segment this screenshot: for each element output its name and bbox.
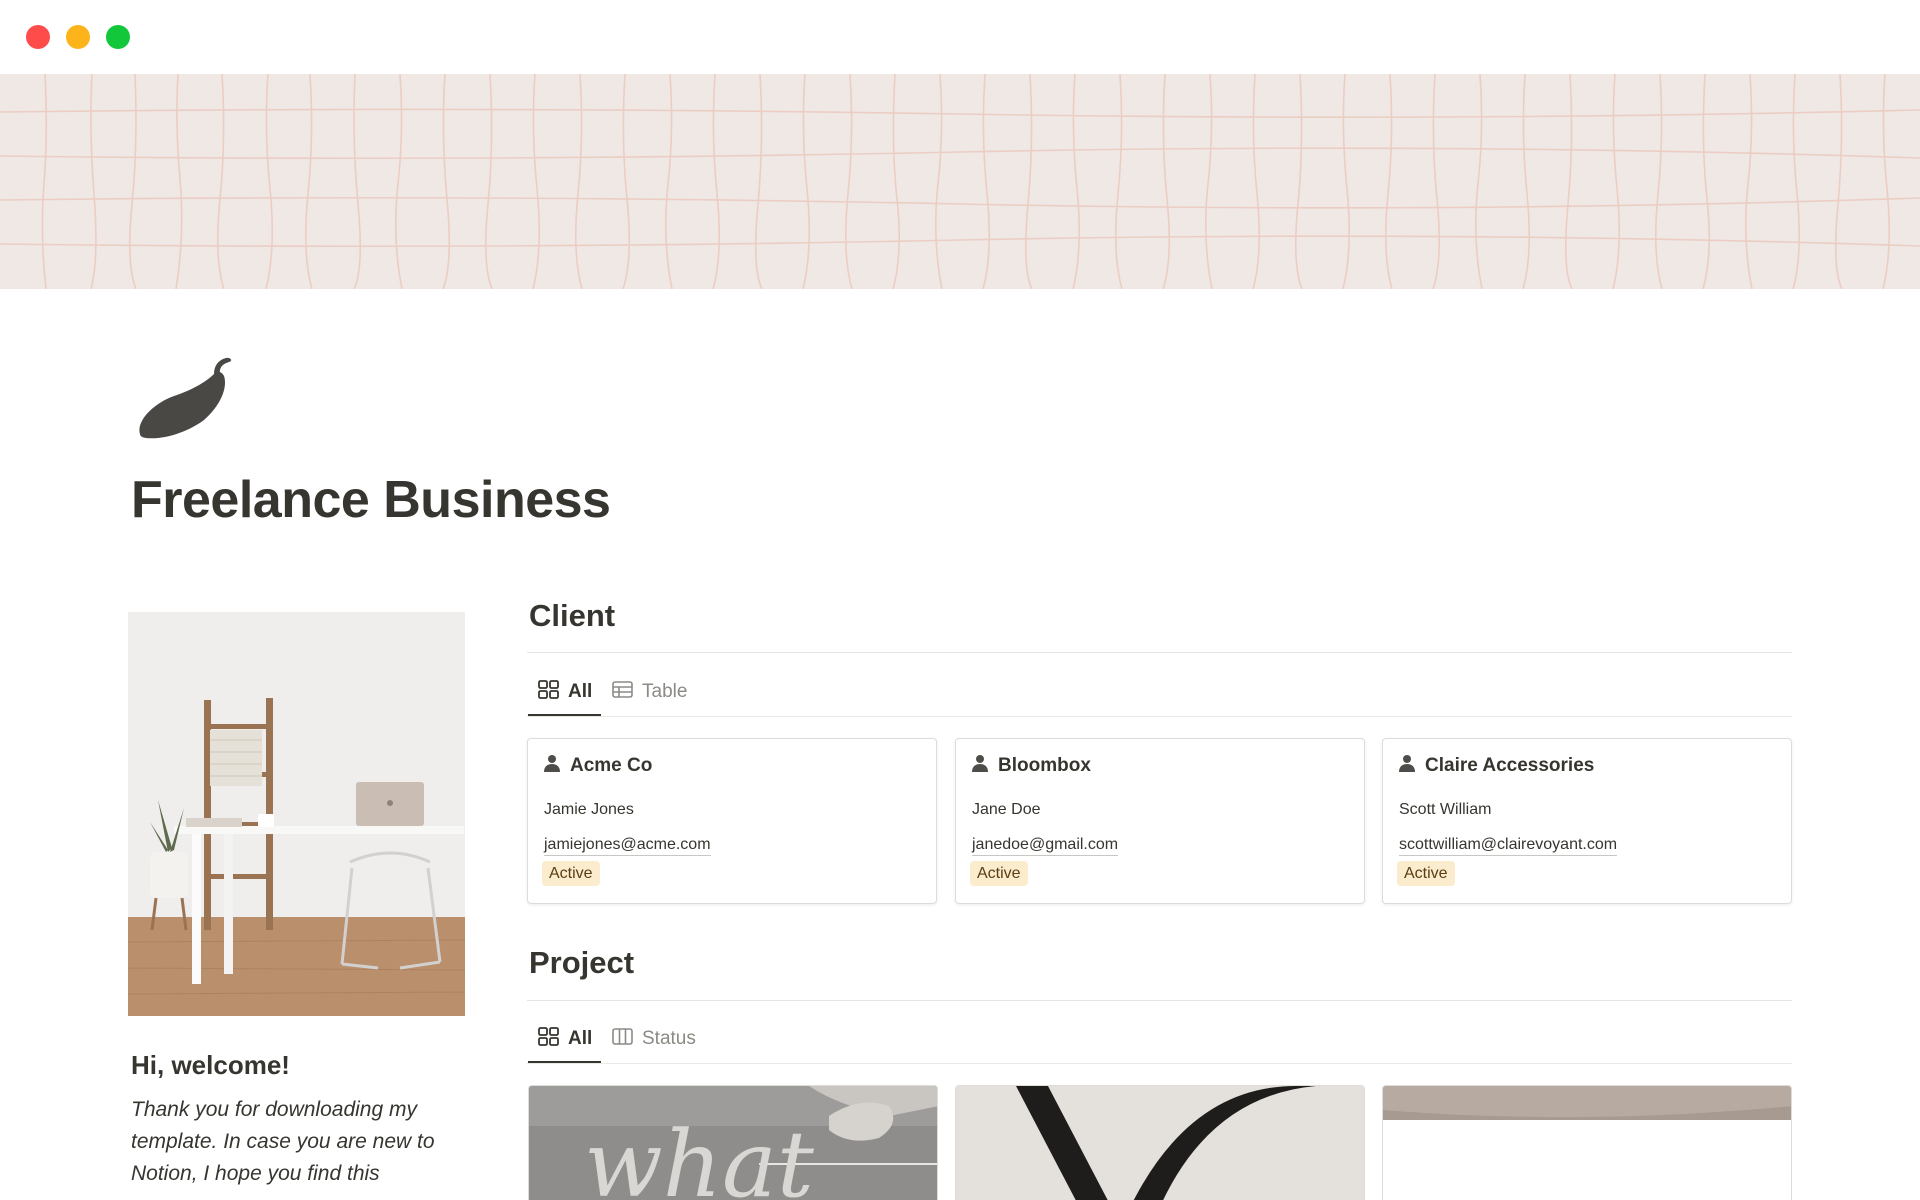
grid-pattern-cover-image — [0, 74, 1920, 289]
page-cover — [0, 74, 1920, 289]
welcome-text: Thank you for downloading my template. I… — [131, 1098, 435, 1185]
client-card-title: Claire Accessories — [1399, 754, 1594, 778]
project-tabs-divider — [527, 1063, 1792, 1064]
gallery-icon — [538, 1026, 559, 1052]
status-badge: Active — [970, 861, 1028, 886]
workspace-photo — [128, 612, 465, 1016]
client-contact: Jane Doe — [972, 801, 1041, 818]
tab-client-all[interactable]: All — [538, 674, 592, 710]
project-cover-image: what — [529, 1086, 937, 1200]
table-icon — [612, 680, 633, 704]
window-titlebar — [0, 0, 1920, 74]
tab-project-status[interactable]: Status — [612, 1021, 696, 1057]
tab-project-status-label: Status — [642, 1028, 696, 1049]
client-email[interactable]: scottwilliam@clairevoyant.com — [1399, 835, 1618, 856]
client-contact: Scott William — [1399, 801, 1492, 818]
client-section-heading: Client — [529, 598, 616, 633]
tab-project-all-label: All — [568, 1028, 593, 1049]
client-card-acme-co[interactable]: Acme Co Jamie Jones jamiejones@acme.com … — [527, 738, 937, 904]
status-badge: Active — [1397, 861, 1455, 886]
tab-project-all[interactable]: All — [538, 1021, 592, 1057]
client-name: Acme Co — [570, 755, 653, 776]
person-icon — [972, 754, 988, 778]
client-tabs-divider — [527, 716, 1792, 717]
tab-client-table[interactable]: Table — [612, 674, 687, 710]
welcome-heading: Hi, welcome! — [131, 1050, 290, 1080]
client-email[interactable]: jamiejones@acme.com — [544, 835, 711, 856]
client-name: Claire Accessories — [1425, 755, 1595, 776]
client-card-claire-accessories[interactable]: Claire Accessories Scott William scottwi… — [1382, 738, 1792, 904]
tab-client-all-label: All — [568, 681, 593, 702]
client-card-title: Acme Co — [544, 754, 652, 778]
page-title[interactable]: Freelance Business — [131, 470, 611, 530]
person-icon — [544, 754, 560, 778]
project-card-1[interactable]: what — [528, 1085, 938, 1200]
client-contact: Jamie Jones — [544, 801, 634, 818]
project-cover-image — [1383, 1086, 1791, 1200]
person-icon — [1399, 754, 1415, 778]
maximize-window-button[interactable] — [106, 25, 130, 49]
project-section-heading: Project — [529, 945, 635, 980]
minimize-window-button[interactable] — [66, 25, 90, 49]
project-divider — [527, 1000, 1792, 1001]
gallery-icon — [538, 679, 559, 705]
client-name: Bloombox — [998, 755, 1091, 776]
client-email[interactable]: janedoe@gmail.com — [972, 835, 1119, 856]
status-badge: Active — [542, 861, 600, 886]
client-card-title: Bloombox — [972, 754, 1091, 778]
tab-client-table-label: Table — [642, 681, 688, 702]
project-card-3[interactable] — [1382, 1085, 1792, 1200]
board-icon — [612, 1027, 633, 1051]
svg-text:what: what — [584, 1111, 815, 1200]
project-cover-image — [956, 1086, 1364, 1200]
chili-pepper-icon[interactable] — [134, 352, 234, 442]
project-card-2[interactable] — [955, 1085, 1365, 1200]
close-window-button[interactable] — [26, 25, 50, 49]
client-card-bloombox[interactable]: Bloombox Jane Doe janedoe@gmail.com Acti… — [955, 738, 1365, 904]
client-divider — [527, 652, 1792, 653]
